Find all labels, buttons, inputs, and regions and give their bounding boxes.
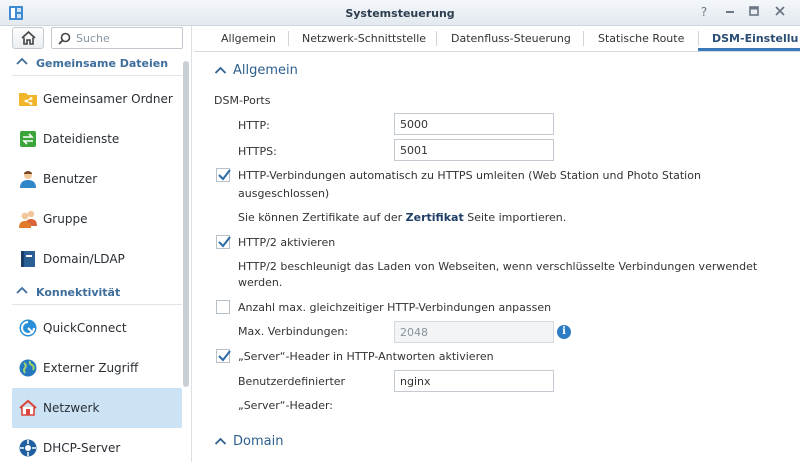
tab-traffic-control[interactable]: Datenfluss-Steuerung [451, 26, 571, 51]
http2-description-cont: werden. [238, 276, 283, 289]
custom-header-label: Benutzerdefinierter [238, 375, 346, 388]
sidebar-item-label: Gemeinsamer Ordner [43, 92, 173, 106]
server-header-checkbox[interactable] [216, 349, 231, 363]
sidebar-item-label: Netzwerk [43, 401, 100, 415]
max-connections-label: Max. Verbindungen: [238, 325, 349, 338]
max-connections-checkbox-label: Anzahl max. gleichzeitiger HTTP-Verbindu… [238, 301, 552, 314]
sidebar-item-label: Domain/LDAP [43, 252, 125, 266]
sidebar-item-label: Dateidienste [43, 132, 120, 146]
checkmark-icon [218, 350, 231, 362]
section-label: Konnektivität [36, 286, 121, 299]
main-content: Allgemein DSM-Ports HTTP: HTTPS: HTTP-Ve… [194, 53, 800, 462]
sidebar-item-label: DHCP-Server [43, 441, 121, 455]
max-connections-checkbox[interactable] [216, 300, 230, 314]
search-input[interactable] [76, 30, 180, 46]
tab-static-route[interactable]: Statische Route [598, 26, 684, 51]
dsm-ports-label: DSM-Ports [214, 94, 271, 107]
help-button[interactable]: ? [696, 4, 712, 20]
section-connectivity[interactable]: Konnektivität [12, 283, 182, 303]
custom-header-label-cont: „Server“-Header: [238, 399, 334, 412]
sidebar-item-file-services[interactable]: Dateidienste [12, 119, 182, 159]
max-connections-input[interactable] [394, 321, 554, 343]
tab-divider [288, 31, 289, 46]
section-label: Gemeinsame Dateien [36, 57, 169, 70]
tab-network-interface[interactable]: Netzwerk-Schnittstelle [302, 26, 426, 51]
http2-description: HTTP/2 beschleunigt das Laden von Websei… [238, 260, 758, 273]
https-port-input[interactable] [394, 139, 554, 161]
tab-general[interactable]: Allgemein [221, 26, 276, 51]
tab-divider [436, 31, 437, 46]
server-header-label: „Server“-Header in HTTP-Antworten aktivi… [238, 350, 494, 363]
sidebar-item-shared-folder[interactable]: Gemeinsamer Ordner [12, 79, 182, 119]
tab-divider [698, 31, 699, 46]
window-title: Systemsteuerung [345, 7, 455, 20]
checkmark-icon [218, 169, 231, 181]
home-icon [21, 31, 36, 45]
dhcp-server-icon [19, 439, 37, 457]
sidebar-item-network[interactable]: Netzwerk [12, 388, 182, 428]
chevron-up-icon [214, 437, 227, 445]
sidebar-item-quickconnect[interactable]: QuickConnect [12, 308, 182, 348]
sidebar-scrollbar[interactable] [183, 61, 189, 387]
close-icon[interactable] [772, 4, 788, 20]
sidebar-item-label: Gruppe [43, 212, 88, 226]
redirect-https-label-cont: ausgeschlossen) [238, 187, 330, 200]
http-port-label: HTTP: [238, 119, 270, 132]
checkmark-icon [218, 236, 231, 248]
minimize-icon[interactable] [722, 4, 738, 20]
shared-folder-icon [19, 93, 37, 106]
section-shared-files[interactable]: Gemeinsame Dateien [12, 54, 182, 74]
tab-divider [583, 31, 584, 46]
network-home-icon [19, 399, 37, 416]
redirect-https-label: HTTP-Verbindungen automatisch zu HTTPS u… [238, 169, 701, 182]
search-field[interactable] [51, 27, 183, 49]
domain-book-icon [21, 251, 35, 267]
http2-checkbox[interactable] [216, 235, 231, 249]
sidebar: Gemeinsame Dateien Gemeinsamer Ordner Da… [0, 26, 192, 462]
custom-header-input[interactable] [394, 370, 554, 392]
home-button[interactable] [12, 27, 44, 49]
title-bar: Systemsteuerung ? [0, 0, 800, 26]
sidebar-item-label: Externer Zugriff [43, 361, 139, 375]
sidebar-item-external-access[interactable]: Externer Zugriff [12, 348, 182, 388]
chevron-up-icon [16, 57, 28, 65]
sidebar-item-user[interactable]: Benutzer [12, 159, 182, 199]
maximize-icon[interactable] [746, 4, 762, 20]
redirect-https-checkbox[interactable] [216, 168, 231, 182]
quickconnect-icon [19, 319, 37, 337]
sidebar-item-dhcp-server[interactable]: DHCP-Server [12, 428, 182, 462]
active-tab-indicator [698, 48, 800, 51]
search-icon [58, 32, 71, 45]
info-icon[interactable]: i [557, 325, 571, 339]
globe-icon [19, 359, 37, 377]
sidebar-item-label: QuickConnect [43, 321, 127, 335]
sidebar-item-group[interactable]: Gruppe [12, 199, 182, 239]
certificate-hint-pre: Sie können Zertifikate auf der [238, 211, 406, 224]
https-port-label: HTTPS: [238, 145, 277, 158]
http-port-input[interactable] [394, 113, 554, 135]
file-services-icon [20, 131, 36, 147]
chevron-up-icon [214, 66, 227, 74]
divider [12, 75, 182, 76]
certificate-hint-post: Seite importieren. [463, 211, 567, 224]
sidebar-item-label: Benutzer [43, 172, 98, 186]
sidebar-item-domain-ldap[interactable]: Domain/LDAP [12, 239, 182, 279]
chevron-up-icon [16, 286, 28, 294]
group-icon [19, 210, 37, 228]
group-title: Allgemein [233, 63, 298, 78]
certificate-hint: Sie können Zertifikate auf der Zertifika… [238, 211, 566, 224]
http2-label: HTTP/2 aktivieren [238, 236, 336, 249]
divider [12, 304, 182, 305]
user-icon [20, 171, 36, 188]
certificate-link[interactable]: Zertifikat [406, 211, 464, 224]
group-title: Domain [233, 434, 284, 449]
